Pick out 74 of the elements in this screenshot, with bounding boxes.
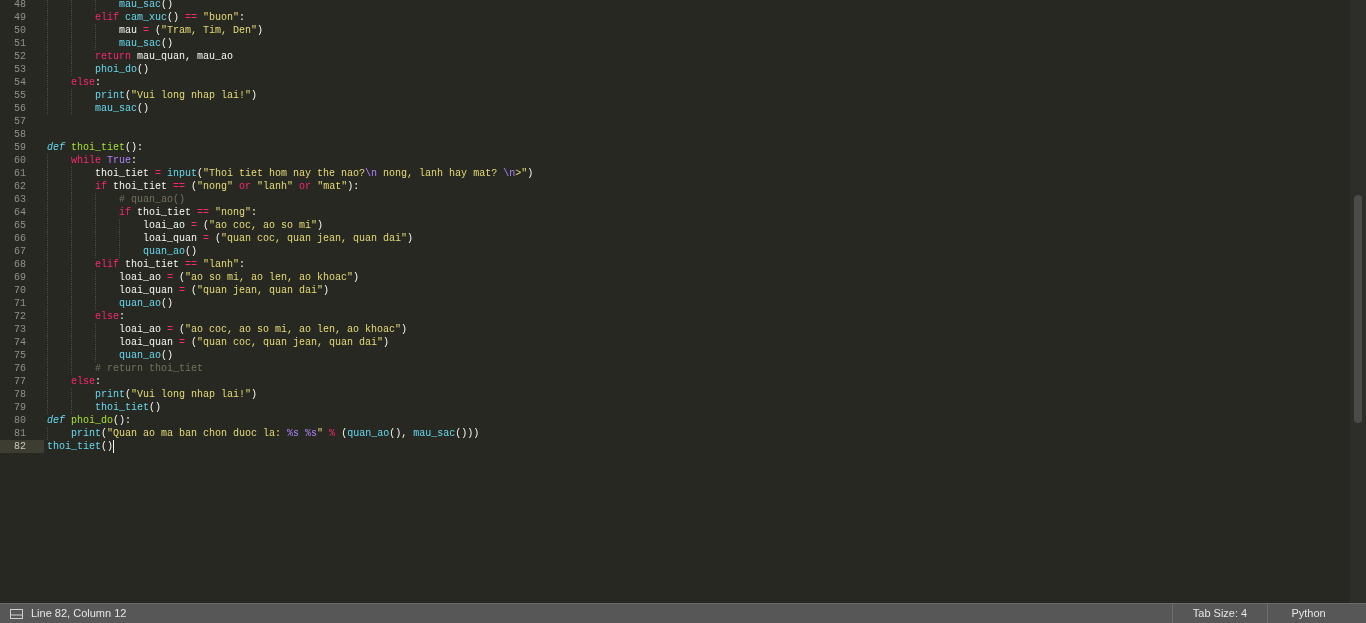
code-line: phoi_do() [47,63,150,76]
line-number: 78 [13,388,27,401]
line-number: 64 [13,206,27,219]
line-number: 50 [13,24,27,37]
line-number: 56 [13,102,27,115]
line-number: 51 [13,37,27,50]
line-number: 49 [13,11,27,24]
code-line: loai_quan = ("quan coc, quan jean, quan dai") [47,232,414,245]
syntax-selector[interactable]: Python [1267,604,1349,623]
line-number: 62 [13,180,27,193]
text-cursor [113,440,115,453]
cursor-position: Line 82, Column 12 [31,606,127,622]
code-line: loai_quan = ("quan coc, quan jean, quan dai") [47,336,390,349]
line-number: 82 [0,440,44,453]
code-line: else: [47,76,102,89]
line-number: 66 [13,232,27,245]
line-number: 72 [13,310,27,323]
line-number: 70 [13,284,27,297]
code-line: # return thoi_tiet [47,362,204,375]
code-line: mau_sac() [47,0,174,11]
line-number: 69 [13,271,27,284]
line-number: 48 [13,0,27,11]
line-number: 54 [13,76,27,89]
line-number: 71 [13,297,27,310]
code-line: print("Vui long nhap lai!") [47,89,258,102]
code-line: if thoi_tiet == "nong": [47,206,258,219]
scrollbar-thumb[interactable] [1354,195,1362,423]
line-number: 52 [13,50,27,63]
code-line: loai_ao = ("ao coc, ao so mi") [47,219,324,232]
code-line: elif cam_xuc() == "buon": [47,11,246,24]
code-line: else: [47,375,102,388]
line-number: 74 [13,336,27,349]
code-line: loai_ao = ("ao coc, ao so mi, ao len, ao khoac") [47,323,408,336]
code-line: mau = ("Tram, Tim, Den") [47,24,264,37]
line-number: 76 [13,362,27,375]
code-line: while True: [47,154,138,167]
line-number: 80 [13,414,27,427]
code-line: thoi_tiet = input("Thoi tiet hom nay the nao?\n nong, lanh hay mat? \n>") [47,167,534,180]
code-line: else: [47,310,126,323]
line-number: 81 [13,427,27,440]
code-line: def phoi_do(): [47,414,132,427]
code-line: if thoi_tiet == ("nong" or "lanh" or "mat"): [47,180,360,193]
code-line: print("Vui long nhap lai!") [47,388,258,401]
code-line: # quan_ao() [47,193,185,206]
code-line: loai_quan = ("quan jean, quan dai") [47,284,330,297]
code-line: print("Quan ao ma ban chon duoc la: %s %s" % (quan_ao(), mau_sac())) [47,427,480,440]
line-number: 61 [13,167,27,180]
line-number: 73 [13,323,27,336]
code-line: return mau_quan, mau_ao [47,50,234,63]
code-line: elif thoi_tiet == "lanh": [47,258,246,271]
code-line: loai_ao = ("ao so mi, ao len, ao khoac") [47,271,360,284]
line-number: 53 [13,63,27,76]
line-number: 65 [13,219,27,232]
code-line: quan_ao() [47,349,174,362]
line-number: 77 [13,375,27,388]
line-number: 58 [13,128,27,141]
line-number: 63 [13,193,27,206]
panel-toggle-icon[interactable] [10,608,23,619]
code-line: def thoi_tiet(): [47,141,144,154]
line-number: 59 [13,141,27,154]
code-line: quan_ao() [47,245,198,258]
line-number: 68 [13,258,27,271]
line-number: 60 [13,154,27,167]
line-number: 57 [13,115,27,128]
tab-size-selector[interactable]: Tab Size: 4 [1172,604,1267,623]
code-line: thoi_tiet() [47,401,162,414]
line-number: 79 [13,401,27,414]
code-line: thoi_tiet() [47,440,115,453]
code-line: quan_ao() [47,297,174,310]
line-number: 75 [13,349,27,362]
line-number: 67 [13,245,27,258]
code-line: mau_sac() [47,37,174,50]
code-line: mau_sac() [47,102,150,115]
line-number: 55 [13,89,27,102]
